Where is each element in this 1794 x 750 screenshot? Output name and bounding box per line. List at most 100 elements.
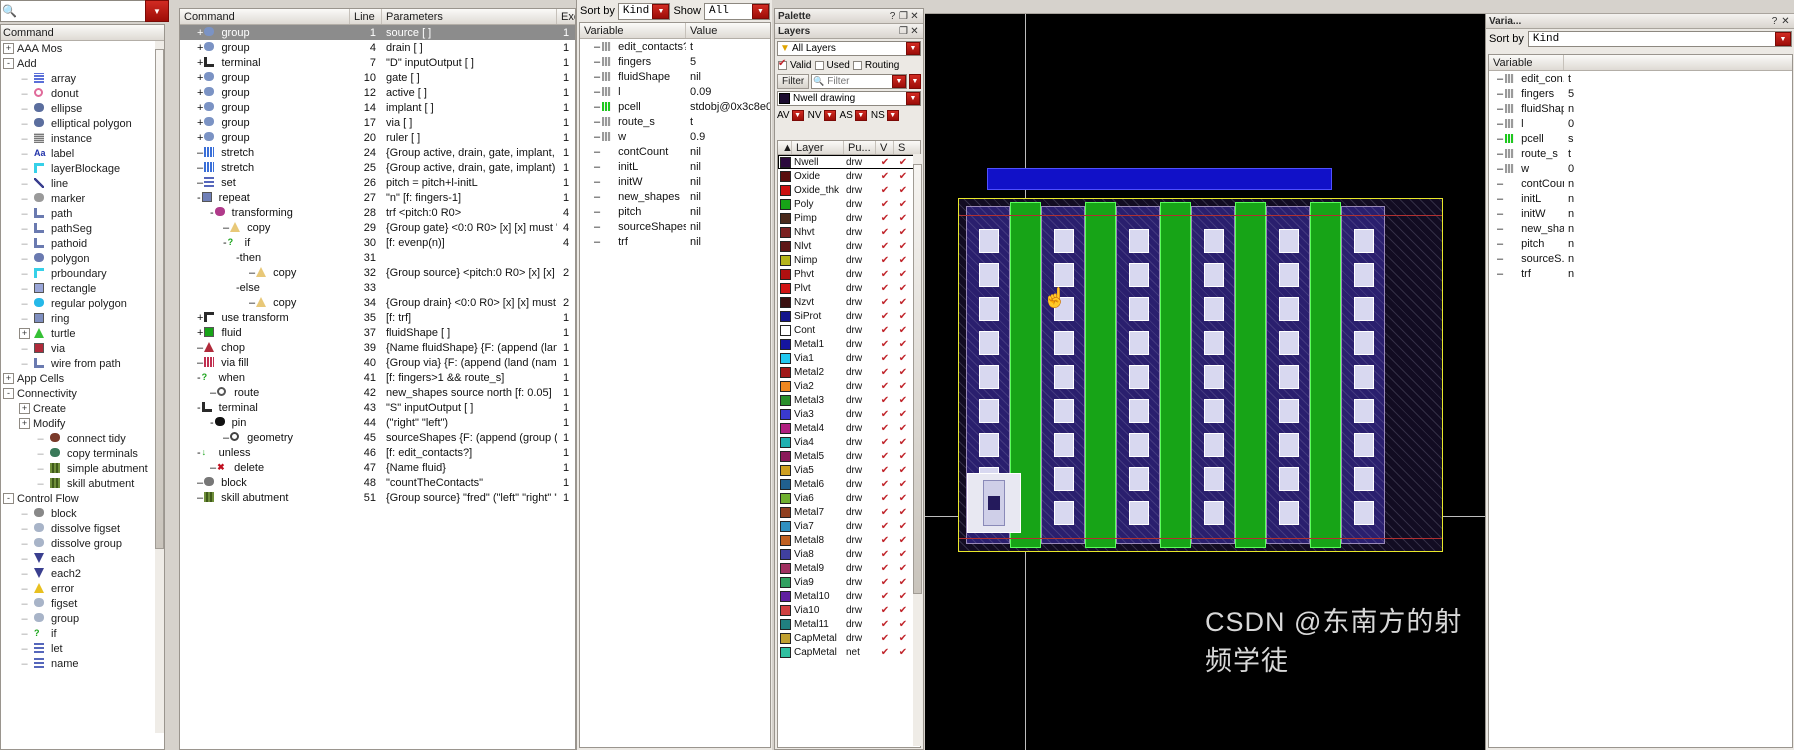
layer-color-swatch[interactable] (778, 170, 792, 182)
layer-color-swatch[interactable] (778, 352, 792, 364)
table-row[interactable]: + group 10 gate [ ] 1 (180, 70, 575, 85)
table-row[interactable]: – initL nil (580, 159, 770, 174)
table-row[interactable]: -? if 30 [f: evenp(n)] 4 (180, 235, 575, 250)
layer-color-swatch[interactable] (778, 156, 792, 168)
layer-selectable-checkbox[interactable]: ✔ (894, 605, 912, 616)
table-row[interactable]: – pitch n (1489, 236, 1792, 251)
layer-selectable-checkbox[interactable]: ✔ (894, 647, 912, 658)
layer-row[interactable]: Via1 drw ✔ ✔ (778, 351, 920, 365)
layer-visible-checkbox[interactable]: ✔ (876, 437, 894, 448)
sidebar-item-via[interactable]: – via (1, 341, 164, 356)
layer-visible-checkbox[interactable]: ✔ (876, 507, 894, 518)
layer-color-swatch[interactable] (778, 506, 792, 518)
layer-color-swatch[interactable] (778, 338, 792, 350)
layer-selectable-checkbox[interactable]: ✔ (894, 395, 912, 406)
table-row[interactable]: - ↓ unless 46 [f: edit_contacts?] 1 (180, 445, 575, 460)
table-row[interactable]: + group 17 via [ ] 1 (180, 115, 575, 130)
col-line[interactable]: Line (350, 9, 382, 24)
table-row[interactable]: – via fill 40 {Group via} {F: (append (land… (180, 355, 575, 370)
layer-color-swatch[interactable] (778, 492, 792, 504)
table-row[interactable]: + terminal 7 "D" inputOutput [ ] 1 (180, 55, 575, 70)
layer-toggle-nv[interactable]: NV ▼ (808, 109, 836, 121)
sidebar-item-each[interactable]: – each (1, 551, 164, 566)
layer-toggle-ns[interactable]: NS ▼ (871, 109, 899, 121)
table-row[interactable]: – w 0.9 (580, 129, 770, 144)
right-variable-close-icon[interactable]: ✕ (1780, 16, 1791, 27)
layer-row[interactable]: Via10 drw ✔ ✔ (778, 603, 920, 617)
layer-color-swatch[interactable] (778, 576, 792, 588)
layer-visible-checkbox[interactable]: ✔ (876, 325, 894, 336)
layer-row[interactable]: Via5 drw ✔ ✔ (778, 463, 920, 477)
layer-visible-checkbox[interactable]: ✔ (876, 591, 894, 602)
layer-visible-checkbox[interactable]: ✔ (876, 563, 894, 574)
sidebar-item-pathoid[interactable]: – pathoid (1, 236, 164, 251)
layer-visible-checkbox[interactable]: ✔ (876, 241, 894, 252)
layer-color-swatch[interactable] (778, 618, 792, 630)
layer-visible-checkbox[interactable]: ✔ (876, 409, 894, 420)
layer-row[interactable]: Metal8 drw ✔ ✔ (778, 533, 920, 547)
layer-visible-checkbox[interactable]: ✔ (876, 283, 894, 294)
sidebar-item-instance[interactable]: – instance (1, 131, 164, 146)
layer-visible-checkbox[interactable]: ✔ (876, 451, 894, 462)
layer-visible-checkbox[interactable]: ✔ (876, 549, 894, 560)
sidebar-item-block[interactable]: – block (1, 506, 164, 521)
table-row[interactable]: + group 14 implant [ ] 1 (180, 100, 575, 115)
sidebar-item-each2[interactable]: – each2 (1, 566, 164, 581)
col-layer[interactable]: Layer (792, 141, 844, 154)
table-row[interactable]: – chop 39 {Name fluidShape} {F: (append (la… (180, 340, 575, 355)
col-variable[interactable]: Variable (580, 23, 686, 38)
table-row[interactable]: – sourceShapes nil (580, 219, 770, 234)
table-row[interactable]: – w 0 (1489, 161, 1792, 176)
all-layers-dropdown[interactable]: ▼ (906, 42, 920, 55)
layer-selectable-checkbox[interactable]: ✔ (894, 535, 912, 546)
layer-row[interactable]: Via9 drw ✔ ✔ (778, 575, 920, 589)
layer-selectable-checkbox[interactable]: ✔ (894, 591, 912, 602)
layers-close-icon[interactable]: ✕ (909, 26, 920, 37)
layer-row[interactable]: Oxide drw ✔ ✔ (778, 169, 920, 183)
table-row[interactable]: - transforming 28 trf <pitch:0 R0> 4 (180, 205, 575, 220)
layer-visible-checkbox[interactable]: ✔ (876, 199, 894, 210)
table-row[interactable]: – contCount nil (580, 144, 770, 159)
layer-selectable-checkbox[interactable]: ✔ (894, 255, 912, 266)
layer-toggle-dropdown[interactable]: ▼ (823, 109, 836, 121)
sidebar-item-connect-tidy[interactable]: – connect tidy (1, 431, 164, 446)
layer-selectable-checkbox[interactable]: ✔ (894, 577, 912, 588)
layer-row[interactable]: Via2 drw ✔ ✔ (778, 379, 920, 393)
layer-row[interactable]: Metal2 drw ✔ ✔ (778, 365, 920, 379)
sidebar-item-copy-terminals[interactable]: – copy terminals (1, 446, 164, 461)
layer-row[interactable]: Via4 drw ✔ ✔ (778, 435, 920, 449)
layer-selectable-checkbox[interactable]: ✔ (894, 507, 912, 518)
sidebar-item-pathseg[interactable]: – pathSeg (1, 221, 164, 236)
sidebar-item-let[interactable]: – let (1, 641, 164, 656)
sidebar-item-app-cells[interactable]: + App Cells (1, 371, 164, 386)
sidebar-item-elliptical-polygon[interactable]: – elliptical polygon (1, 116, 164, 131)
valid-checkbox[interactable] (778, 58, 787, 70)
layer-color-swatch[interactable] (778, 520, 792, 532)
layer-row[interactable]: Metal1 drw ✔ ✔ (778, 337, 920, 351)
table-row[interactable]: – skill abutment 51 {Group source} "fred" (… (180, 490, 575, 505)
table-row[interactable]: -? when 41 [f: fingers>1 && route_s] 1 (180, 370, 575, 385)
layer-color-swatch[interactable] (778, 590, 792, 602)
variable-list[interactable]: – edit_contacts? t – fingers 5– fluidShape nil –… (580, 39, 770, 747)
layer-row[interactable]: Metal5 drw ✔ ✔ (778, 449, 920, 463)
table-row[interactable]: –contCount n (1489, 176, 1792, 191)
left-tree-scrollbar[interactable] (155, 41, 164, 733)
layer-selectable-checkbox[interactable]: ✔ (894, 227, 912, 238)
sidebar-item-connectivity[interactable]: - Connectivity (1, 386, 164, 401)
expand-icon[interactable]: + (19, 328, 30, 339)
layer-selectable-checkbox[interactable]: ✔ (894, 353, 912, 364)
layer-visible-checkbox[interactable]: ✔ (876, 367, 894, 378)
layer-color-swatch[interactable] (778, 646, 792, 658)
collapse-icon[interactable]: - (3, 493, 14, 504)
variable-panel[interactable]: Sort by Kind ▼ Show All ▼ Variable Value… (576, 0, 772, 750)
table-row[interactable]: – copy 29 {Group gate} <0:0 R0> [x] [x] mus… (180, 220, 575, 235)
layer-row[interactable]: Plvt drw ✔ ✔ (778, 281, 920, 295)
sidebar-item-ellipse[interactable]: – ellipse (1, 101, 164, 116)
layer-color-swatch[interactable] (778, 436, 792, 448)
layer-selectable-checkbox[interactable]: ✔ (894, 633, 912, 644)
layer-toggle-dropdown[interactable]: ▼ (886, 109, 899, 121)
table-row[interactable]: – copy 32 {Group source} <pitch:0 R0> [x] [… (180, 265, 575, 280)
table-row[interactable]: – geometry 45 sourceShapes {F: (append (gro… (180, 430, 575, 445)
table-row[interactable]: – route_s t (1489, 146, 1792, 161)
layer-toggle-dropdown[interactable]: ▼ (791, 109, 804, 121)
